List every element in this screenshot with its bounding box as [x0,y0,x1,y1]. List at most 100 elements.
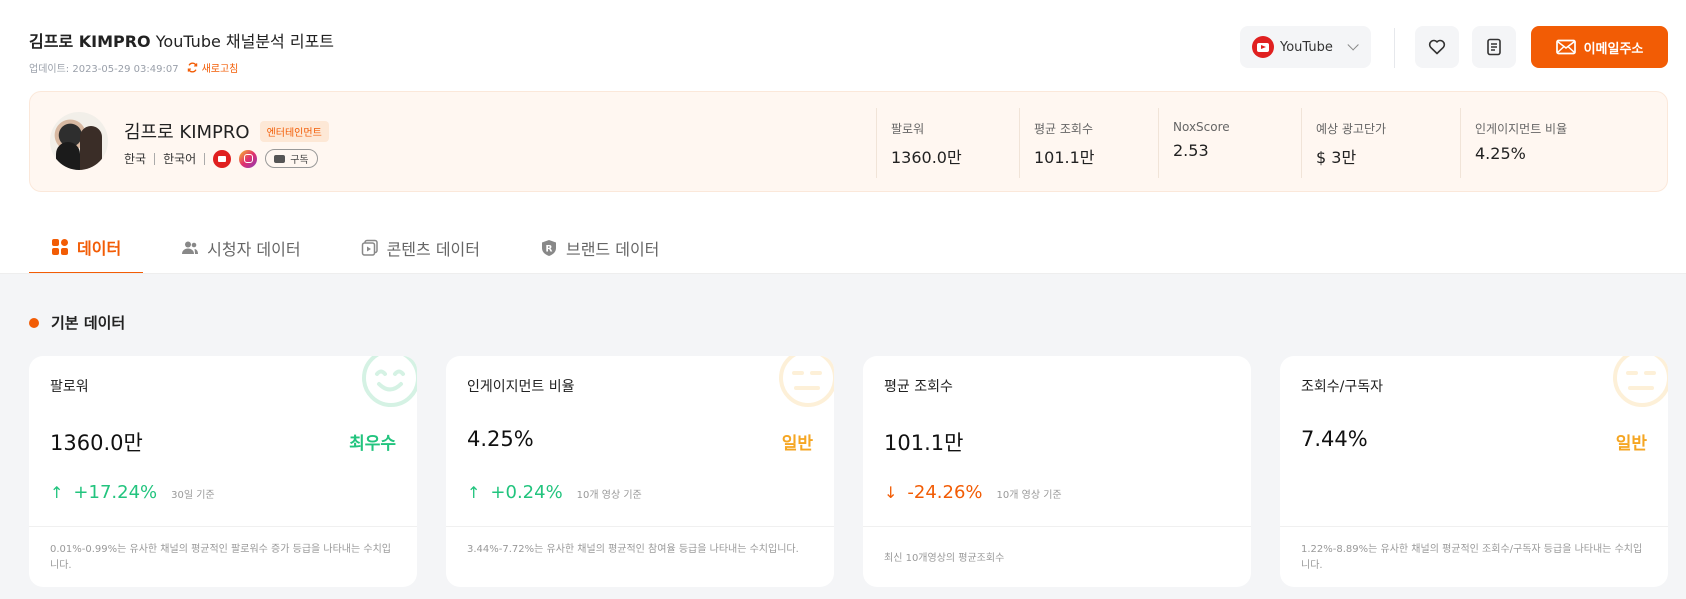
change-percent: -24.26% [907,482,983,503]
card-value: 4.25% [467,427,534,451]
change-basis: 10개 영상 기준 [576,490,642,501]
top-header: 김프로 KIMPRO YouTube 채널분석 리포트 업데이트: 2023-0… [0,0,1686,90]
card-value: 1360.0만 [50,431,143,455]
profile-meta: 한국 한국어 구독 [124,149,318,168]
grade-badge: 일반 [781,434,813,454]
channel-profile-card: 김프로 KIMPRO 엔터테인먼트 한국 한국어 구독 팔로워 1360.0만 … [29,91,1668,192]
tab-audience-data[interactable]: 시청자 데이터 [159,222,322,274]
language: 한국어 [163,152,197,166]
metric-card-followers: 팔로워 1360.0만 최우수 ↑ +17.24% 30일 기준 0.01%-0… [29,356,417,587]
change-basis: 30일 기준 [171,490,215,501]
stat-label: 예상 광고단가 [1316,122,1387,136]
stat-value: 2.53 [1173,141,1209,160]
tab-label: 콘텐츠 데이터 [386,240,480,259]
smile-face-icon [362,356,417,407]
email-button[interactable]: 이메일주소 [1531,26,1668,68]
change-row: ↑ +17.24% 30일 기준 [50,482,215,503]
card-note: 1.22%-8.89%는 유사한 채널의 평균적인 조회수/구독자 등급을 나타… [1301,544,1643,571]
stat-avg-views: 평균 조회수 101.1만 [1019,108,1158,178]
update-timestamp: 업데이트: 2023-05-29 03:49:07 [29,64,179,75]
metric-card-views-per-subscriber: 조회수/구독자 7.44% 일반 1.22%-8.89%는 유사한 채널의 평균… [1280,356,1668,587]
profile-stats: 팔로워 1360.0만 평균 조회수 101.1만 NoxScore 2.53 … [876,108,1630,178]
users-icon [182,241,199,254]
page-title: 김프로 KIMPRO YouTube 채널분석 리포트 [29,28,334,52]
neutral-face-icon [1613,356,1668,407]
stat-label: 팔로워 [891,122,925,136]
category-badge: 엔터테인먼트 [259,120,329,142]
tab-label: 데이터 [77,239,122,258]
neutral-face-icon [779,356,834,407]
chevron-down-icon [1347,39,1359,51]
change-row: ↓ -24.26% 10개 영상 기준 [884,482,1062,503]
email-button-label: 이메일주소 [1583,41,1644,57]
profile-name-row: 김프로 KIMPRO 엔터테인먼트 [124,118,329,144]
heart-icon [1428,39,1446,55]
arrow-up-icon: ↑ [50,483,64,502]
stat-value: 1360.0만 [891,148,962,167]
subscribe-label: 구독 [290,155,309,166]
card-note: 최신 10개영상의 평균조회수 [884,553,1005,564]
stat-noxscore: NoxScore 2.53 [1158,108,1301,178]
grid-icon [52,239,68,255]
report-button[interactable] [1472,26,1516,68]
tab-data[interactable]: 데이터 [29,222,144,274]
youtube-small-icon [274,154,286,163]
arrow-up-icon: ↑ [467,483,481,502]
subscribe-button[interactable]: 구독 [265,149,318,168]
tab-bar: 데이터 시청자 데이터 콘텐츠 데이터 R 브랜드 데이터 [29,222,697,274]
stat-ad-price: 예상 광고단가 $ 3만 [1301,108,1460,178]
country: 한국 [124,152,147,166]
card-label: 팔로워 [50,379,89,395]
card-divider [863,526,1251,527]
tab-content-data[interactable]: 콘텐츠 데이터 [339,222,502,274]
platform-select[interactable]: YouTube [1240,26,1371,68]
section-title-text: 기본 데이터 [51,314,126,332]
svg-text:R: R [546,245,553,255]
stat-label: 인게이지먼트 비율 [1475,122,1568,136]
stat-value: $ 3만 [1316,148,1357,167]
meta-separator [204,152,206,165]
favorite-button[interactable] [1415,26,1459,68]
instagram-link-icon[interactable] [239,149,258,168]
refresh-label: 새로고침 [201,64,239,75]
section-title: 기본 데이터 [29,312,125,333]
change-basis: 10개 영상 기준 [996,490,1062,501]
card-label: 인게이지먼트 비율 [467,379,575,395]
change-percent: +0.24% [490,482,563,503]
card-note: 0.01%-0.99%는 유사한 채널의 평균적인 팔로워수 증가 등급을 나타… [50,544,391,571]
card-divider [446,526,834,527]
stat-label: 평균 조회수 [1034,122,1094,136]
tab-brand-data[interactable]: R 브랜드 데이터 [518,222,681,274]
brand-shield-icon: R [541,240,556,256]
metric-card-avg-views: 평균 조회수 101.1만 ↓ -24.26% 10개 영상 기준 최신 10개… [863,356,1251,587]
youtube-link-icon[interactable] [213,149,232,168]
stat-engagement: 인게이지먼트 비율 4.25% [1460,108,1630,178]
mail-icon [1555,39,1576,55]
change-percent: +17.24% [73,482,158,503]
card-note: 3.44%-7.72%는 유사한 채널의 평균적인 참여율 등급을 나타내는 수… [467,544,799,555]
card-value: 7.44% [1301,427,1368,451]
meta-separator [154,152,156,165]
card-label: 평균 조회수 [884,379,953,395]
avatar [50,112,108,170]
stat-followers: 팔로워 1360.0만 [876,108,1019,178]
refresh-button[interactable]: 새로고침 [187,60,239,75]
update-line: 업데이트: 2023-05-29 03:49:07 새로고침 [29,60,334,75]
metric-card-engagement: 인게이지먼트 비율 4.25% 일반 ↑ +0.24% 10개 영상 기준 3.… [446,356,834,587]
tab-label: 시청자 데이터 [207,240,301,259]
change-row: ↑ +0.24% 10개 영상 기준 [467,482,642,503]
platform-value: YouTube [1280,39,1333,55]
report-type: YouTube 채널분석 리포트 [155,32,335,51]
card-value: 101.1만 [884,431,964,455]
video-icon [361,239,378,256]
stat-value: 101.1만 [1034,148,1095,167]
card-divider [29,526,417,527]
channel-name: 김프로 KIMPRO [29,32,151,51]
document-icon [1487,38,1501,56]
card-divider [1280,526,1668,527]
youtube-icon [1252,36,1274,58]
arrow-down-icon: ↓ [884,483,898,502]
section-dot [29,317,39,328]
grade-badge: 일반 [1615,434,1647,454]
header-divider [1394,28,1395,68]
